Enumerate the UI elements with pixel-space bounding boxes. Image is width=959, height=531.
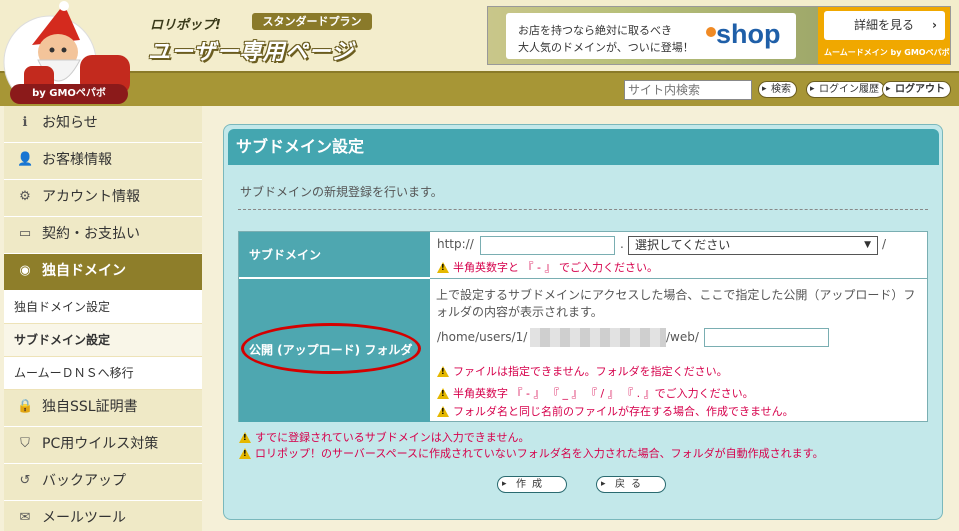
create-button[interactable]: 作成 <box>497 476 567 493</box>
sidebar-item-label: お知らせ <box>42 115 98 131</box>
sidebar-item-label: アカウント情報 <box>42 189 140 205</box>
ad-caption: ムームードメイン by GMOペパボ <box>824 48 950 57</box>
sidebar-item-account[interactable]: ⚙ アカウント情報 <box>4 180 202 217</box>
plan-badge: スタンダードプラン <box>252 13 372 30</box>
warning-text: フォルダ名と同じ名前のファイルが存在する場合、作成できません。 <box>453 405 794 418</box>
domain-select-value: 選択してください <box>635 238 731 252</box>
sidebar-item-label: お客様情報 <box>42 152 112 168</box>
shop-dot-icon <box>706 27 716 37</box>
sidebar-item-label: 独自ドメイン <box>42 263 126 279</box>
sidebar-item-ssl[interactable]: 🔒 独自SSL証明書 <box>4 390 202 427</box>
warning-icon <box>239 432 251 443</box>
sidebar-item-backup[interactable]: ↺ バックアップ <box>4 464 202 501</box>
sidebar-item-label: PC用ウイルス対策 <box>42 436 159 452</box>
ad-details-label: 詳細を見る <box>854 18 915 32</box>
folder-warning-1: ファイルは指定できません。フォルダを指定ください。 <box>437 363 728 379</box>
warning-icon <box>437 262 449 273</box>
subdomain-input[interactable] <box>480 236 615 255</box>
sidebar-item-mail[interactable]: ✉ メールツール <box>4 501 202 531</box>
note-duplicate: すでに登録されているサブドメインは入力できません。 <box>239 429 529 445</box>
info-icon: ℹ <box>22 115 28 130</box>
annotation-circle <box>241 323 421 374</box>
note-auto-create: ロリポップ！のサーバースペースに作成されていないフォルダ名を入力された場合、フォ… <box>239 445 824 461</box>
sidebar-item-label: メールツール <box>42 510 126 526</box>
user-icon: 👤 <box>17 152 34 167</box>
panel-description: サブドメインの新規登録を行います。 <box>240 185 443 199</box>
mail-icon: ✉ <box>19 510 31 525</box>
ad-text-line1: お店を持つなら絶対に取るべき <box>518 24 672 37</box>
ad-message-box: お店を持つなら絶対に取るべき 大人気のドメインが、ついに登場！ shop <box>506 13 796 59</box>
folder-warning-3: フォルダ名と同じ名前のファイルが存在する場合、作成できません。 <box>437 403 794 419</box>
folder-warning-2: 半角英数字 『 - 』 『 _ 』 『 / 』 『 . 』でご入力ください。 <box>437 385 754 401</box>
note-text: すでに登録されているサブドメインは入力できません。 <box>255 431 530 444</box>
sidebar-item-label: 契約・お支払い <box>42 226 140 242</box>
warning-text: 半角英数字 『 - 』 『 _ 』 『 / 』 『 . 』でご入力ください。 <box>453 387 754 400</box>
card-icon: ▭ <box>18 226 32 241</box>
search-button[interactable]: 検索 <box>758 81 797 98</box>
sidebar: ℹ お知らせ 👤 お客様情報 ⚙ アカウント情報 ▭ 契約・お支払い ◉ 独自ドメイン 独… <box>4 106 202 531</box>
sidebar-item-news[interactable]: ℹ お知らせ <box>4 106 202 143</box>
folder-input[interactable] <box>704 328 829 347</box>
trailing-slash: / <box>882 237 887 251</box>
path-prefix: /home/users/1/ <box>437 330 528 344</box>
panel-title: サブドメイン設定 <box>228 129 939 165</box>
page-title: ユーザー専用ページ <box>148 40 355 65</box>
divider <box>238 209 928 210</box>
dropdown-arrow-icon: ▼ <box>864 240 871 250</box>
note-text: ロリポップ！のサーバースペースに作成されていないフォルダ名を入力された場合、フォ… <box>255 447 824 460</box>
sidebar-item-domain[interactable]: ◉ 独自ドメイン <box>4 254 202 291</box>
warning-icon <box>239 448 251 459</box>
site-search-input[interactable] <box>624 80 752 100</box>
sidebar-subitem-muumuu-dns[interactable]: ムームーＤＮＳへ移行 <box>4 357 202 390</box>
login-history-button[interactable]: ログイン履歴 <box>806 81 885 98</box>
warning-text: ファイルは指定できません。フォルダを指定ください。 <box>453 365 728 378</box>
redacted-username <box>530 328 666 347</box>
domain-select[interactable]: 選択してください ▼ <box>628 236 878 255</box>
folder-info: 上で設定するサブドメインにアクセスした場合、ここで指定した公開（アップロード）フ… <box>436 288 916 319</box>
gear-icon: ⚙ <box>19 189 31 204</box>
sidebar-subitem-domain-settings[interactable]: 独自ドメイン設定 <box>4 291 202 324</box>
sidebar-item-antivirus[interactable]: ⛉ PC用ウイルス対策 <box>4 427 202 464</box>
ad-banner-left: お店を持つなら絶対に取るべき 大人気のドメインが、ついに登場！ shop <box>488 7 818 64</box>
ad-text-line2: 大人気のドメインが、ついに登場！ <box>518 41 694 54</box>
sidebar-subitem-subdomain-settings[interactable]: サブドメイン設定 <box>4 324 202 357</box>
row-divider <box>430 278 927 279</box>
history-icon: ↺ <box>19 473 31 488</box>
globe-icon: ◉ <box>19 263 31 278</box>
warning-icon <box>437 366 449 377</box>
http-prefix: http:// <box>437 237 474 251</box>
brand-name: ロリポップ! <box>150 18 221 33</box>
gmo-pepabo-logo: by GMOペパボ <box>10 84 128 104</box>
path-suffix: /web/ <box>666 330 699 344</box>
sidebar-item-label: 独自SSL証明書 <box>42 399 138 415</box>
shield-icon: ⛉ <box>20 436 30 451</box>
shop-logo: shop <box>716 19 781 49</box>
ad-banner-right: 詳細を見る › ムームードメイン by GMOペパボ <box>818 7 950 64</box>
subdomain-label: サブドメイン <box>239 232 430 278</box>
logout-button[interactable]: ログアウト <box>882 81 951 98</box>
warning-text: 半角英数字と 『 - 』 でご入力ください。 <box>453 261 658 274</box>
chevron-right-icon: › <box>932 18 937 32</box>
shop-domain-ad[interactable]: お店を持つなら絶対に取るべき 大人気のドメインが、ついに登場！ shop 詳細を… <box>487 6 951 65</box>
subdomain-warning: 半角英数字と 『 - 』 でご入力ください。 <box>437 259 658 275</box>
domain-dot: . <box>620 237 624 251</box>
warning-icon <box>437 388 449 399</box>
sidebar-item-billing[interactable]: ▭ 契約・お支払い <box>4 217 202 254</box>
ad-details-button[interactable]: 詳細を見る › <box>824 11 945 40</box>
sidebar-item-customer[interactable]: 👤 お客様情報 <box>4 143 202 180</box>
lock-icon: 🔒 <box>17 399 34 414</box>
warning-icon <box>437 406 449 417</box>
sidebar-item-label: バックアップ <box>42 473 126 489</box>
back-button[interactable]: 戻る <box>596 476 666 493</box>
